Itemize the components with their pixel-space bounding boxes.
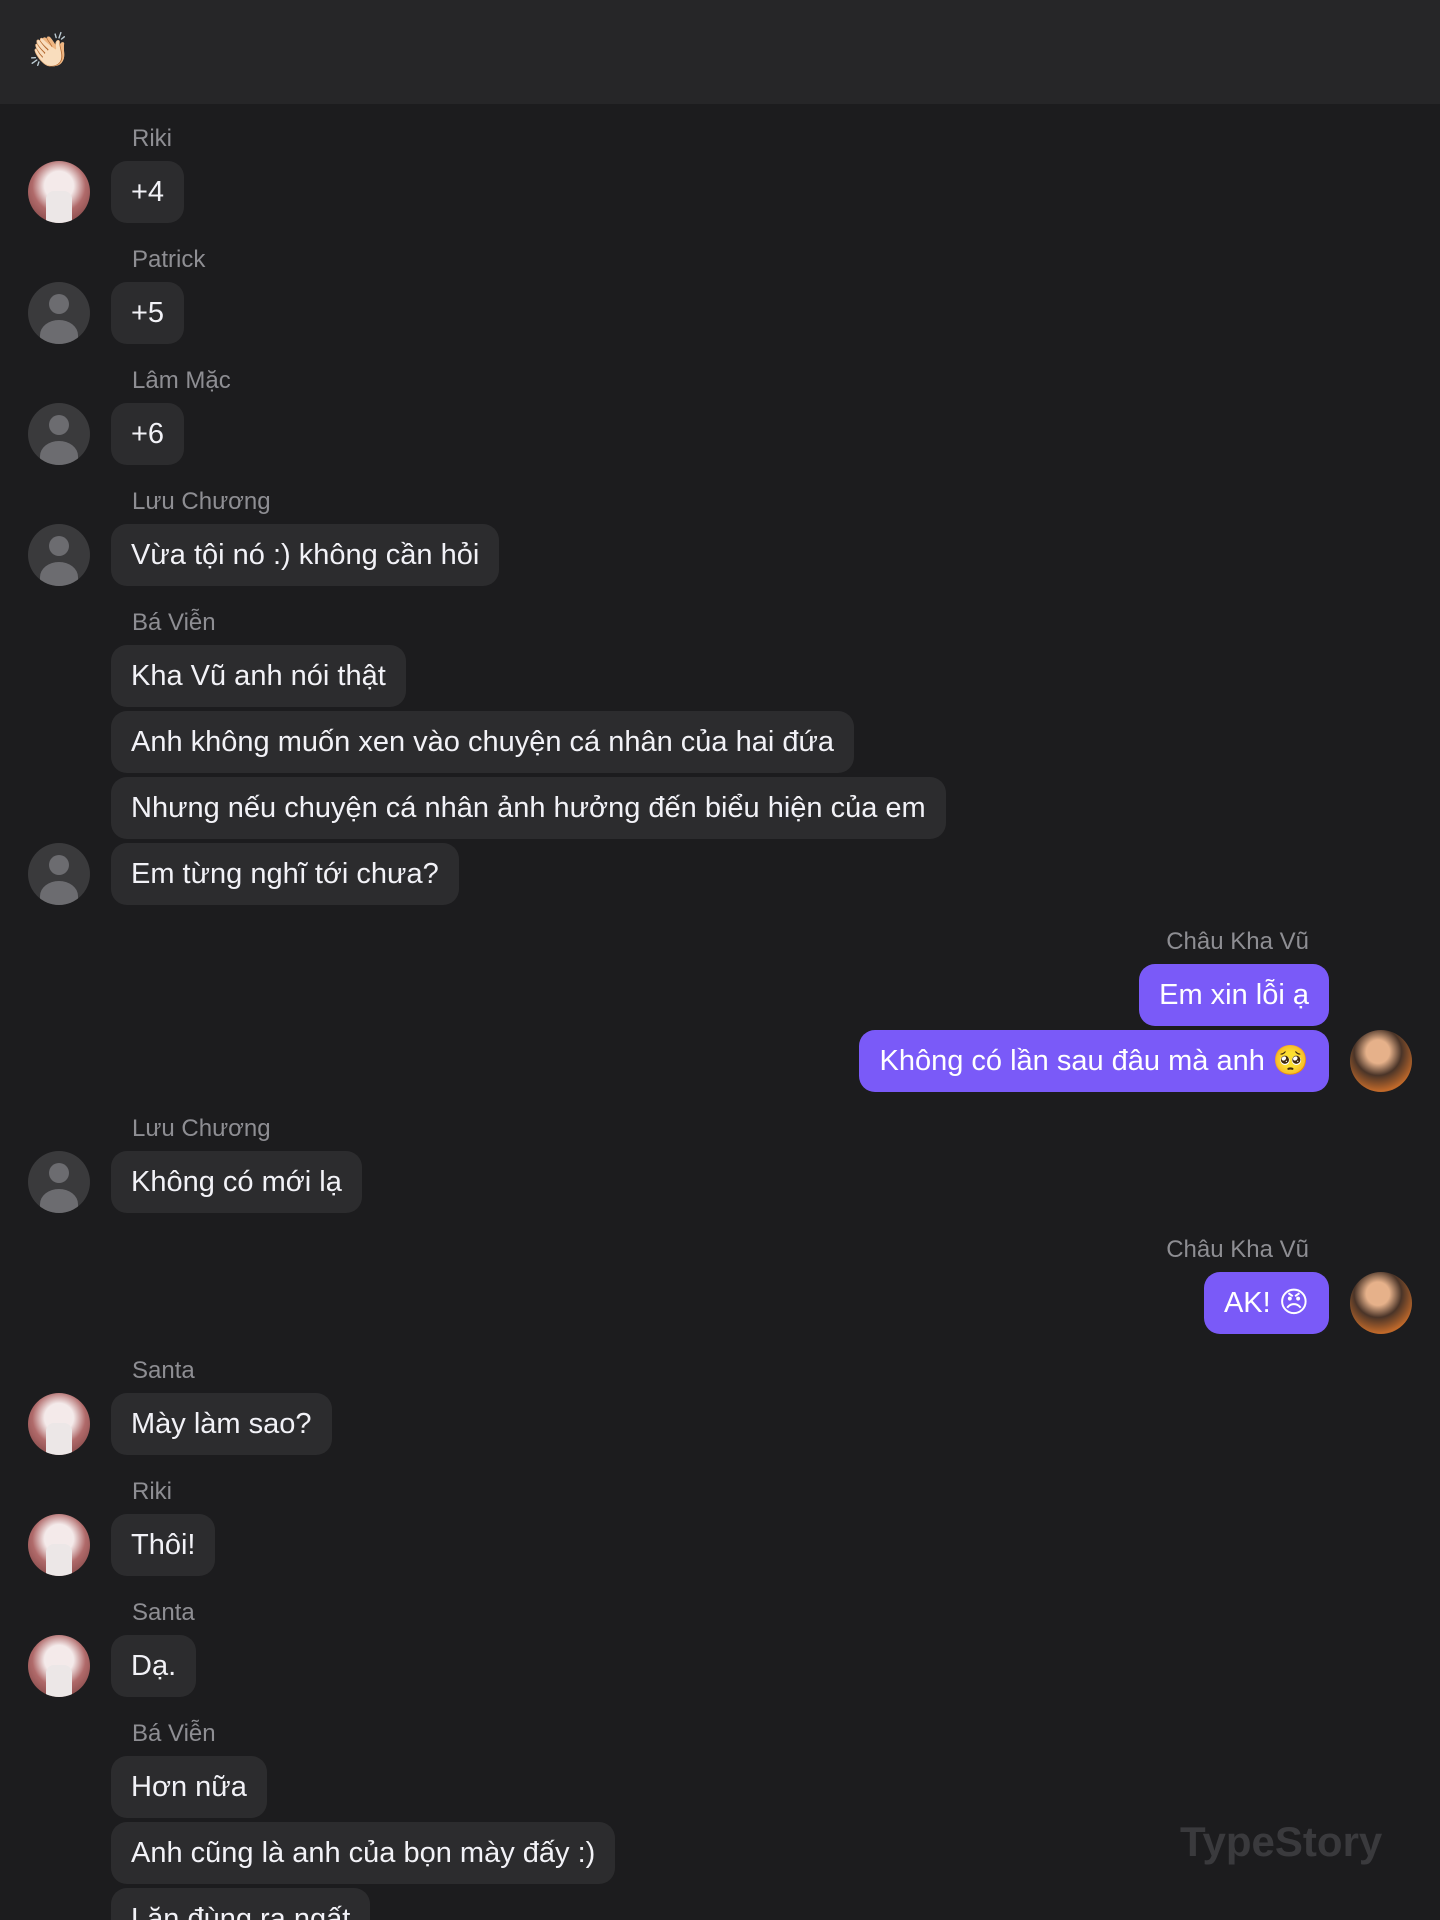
avatar[interactable]	[28, 161, 90, 223]
message-bubble[interactable]: Vừa tội nó :) không cần hỏi	[111, 524, 500, 586]
sender-name: Châu Kha Vũ	[1166, 928, 1309, 955]
message-bubble[interactable]: Em từng nghĩ tới chưa?	[111, 843, 459, 905]
avatar[interactable]	[28, 403, 90, 465]
message-bubble[interactable]: Nhưng nếu chuyện cá nhân ảnh hưởng đến b…	[111, 777, 946, 839]
message-bubble[interactable]: +6	[111, 403, 185, 465]
sender-name: Bá Viễn	[132, 1720, 216, 1747]
avatar[interactable]	[28, 1151, 90, 1213]
message-bubble[interactable]: +5	[111, 282, 185, 344]
avatar[interactable]	[28, 1514, 90, 1576]
message-bubble[interactable]: Không có lần sau đâu mà anh 🥺	[859, 1030, 1329, 1092]
sender-name: Bá Viễn	[132, 609, 216, 636]
avatar[interactable]	[28, 1393, 90, 1455]
avatar[interactable]	[28, 843, 90, 905]
sender-name: Riki	[132, 125, 172, 152]
message-bubble[interactable]: Không có mới lạ	[111, 1151, 362, 1213]
avatar[interactable]	[28, 524, 90, 586]
avatar[interactable]	[1350, 1030, 1412, 1092]
message-bubble[interactable]: Em xin lỗi ạ	[1139, 964, 1329, 1026]
message-bubble[interactable]: Mày làm sao?	[111, 1393, 332, 1455]
clapping-hands-icon[interactable]: 👏🏻	[28, 34, 70, 68]
message-bubble[interactable]: Lăn đùng ra ngất	[111, 1888, 371, 1920]
avatar[interactable]	[1350, 1272, 1412, 1334]
sender-name: Châu Kha Vũ	[1166, 1236, 1309, 1263]
message-bubble[interactable]: Hơn nữa	[111, 1756, 267, 1818]
sender-name: Lâm Mặc	[132, 367, 231, 394]
message-bubble[interactable]: Anh cũng là anh của bọn mày đấy :)	[111, 1822, 616, 1884]
watermark: TypeStory	[1180, 1818, 1383, 1865]
message-bubble[interactable]: Thôi!	[111, 1514, 216, 1576]
sender-name: Santa	[132, 1599, 195, 1626]
message-bubble[interactable]: Kha Vũ anh nói thật	[111, 645, 406, 707]
message-bubble[interactable]: AK! 😠	[1203, 1272, 1329, 1334]
sender-name: Riki	[132, 1478, 172, 1505]
sender-name: Lưu Chương	[132, 488, 271, 515]
sender-name: Patrick	[132, 246, 206, 273]
sender-name: Santa	[132, 1357, 195, 1384]
avatar[interactable]	[28, 282, 90, 344]
message-bubble[interactable]: +4	[111, 161, 185, 223]
sender-name: Lưu Chương	[132, 1115, 271, 1142]
chat-header: 👏🏻	[0, 0, 1440, 104]
message-bubble[interactable]: Anh không muốn xen vào chuyện cá nhân củ…	[111, 711, 855, 773]
avatar[interactable]	[28, 1635, 90, 1697]
message-bubble[interactable]: Dạ.	[111, 1635, 197, 1697]
